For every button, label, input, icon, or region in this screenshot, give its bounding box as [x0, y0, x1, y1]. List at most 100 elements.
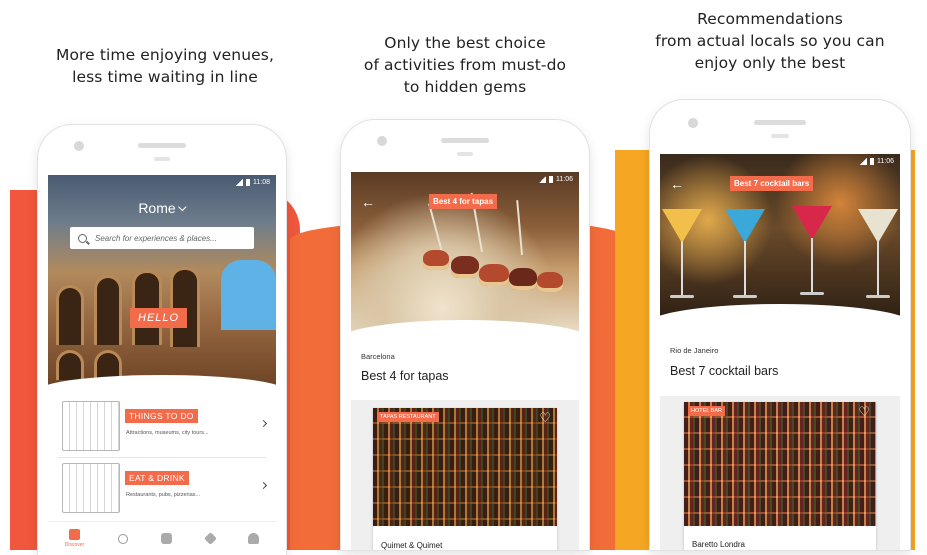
screen-1: 11:08 Rome Search for experiences & plac…: [48, 175, 276, 555]
tab-chat[interactable]: [161, 533, 173, 544]
favorite-heart-icon[interactable]: ♡: [539, 410, 551, 426]
caption-line: More time enjoying venues,: [55, 46, 274, 64]
tapa: [509, 268, 537, 290]
chevron-right-icon: [259, 419, 268, 428]
card-area: HOTEL BAR ♡ Baretto Londra: [660, 396, 900, 550]
caption-line: from actual locals so you can: [655, 32, 885, 50]
front-camera: [74, 141, 84, 151]
speaker-grill: [441, 138, 489, 143]
status-time: 11:08: [253, 178, 270, 186]
venue-name: Quimet & Quimet: [381, 541, 443, 550]
favorite-heart-icon[interactable]: ♡: [858, 404, 870, 420]
arch: [170, 267, 200, 347]
phone-3: 11:06 ← Best 7 cocktail bars Rio de Jane…: [650, 100, 910, 550]
caption-1: More time enjoying venues, less time wai…: [40, 44, 290, 88]
battery-icon: [549, 175, 553, 183]
search-icon: [117, 533, 128, 544]
back-arrow-icon[interactable]: ←: [361, 194, 375, 210]
chevron-down-icon: [178, 202, 187, 211]
category-eat-drink[interactable]: EAT & DRINK Restaurants, pubs, pizzerias…: [48, 459, 276, 517]
category-label: EAT & DRINK: [125, 471, 189, 485]
arch: [94, 275, 122, 345]
arch: [56, 350, 84, 380]
front-camera: [377, 136, 387, 146]
caption-line: less time waiting in line: [72, 68, 258, 86]
speaker-grill: [754, 120, 806, 125]
tapa: [423, 250, 449, 270]
signal-icon: [539, 175, 546, 183]
header-tag: Best 4 for tapas: [429, 194, 498, 209]
status-bar: 11:08: [48, 175, 276, 189]
header-tag: Best 7 cocktail bars: [730, 176, 814, 191]
tapa: [451, 256, 479, 278]
tab-profile[interactable]: [248, 533, 260, 544]
caption-2: Only the best choice of activities from …: [345, 32, 585, 98]
discover-icon: [68, 529, 80, 540]
caption-line: Only the best choice: [384, 34, 546, 52]
phone-2: 11:06 ← Best 4 for tapas Barcelona Best …: [341, 120, 589, 550]
skewer: [428, 203, 443, 253]
status-bar: 11:06: [351, 172, 579, 186]
status-time: 11:06: [556, 175, 573, 183]
list-city: Rio de Janeiro: [670, 346, 719, 355]
category-badge: HOTEL BAR: [688, 406, 725, 416]
category-label: THINGS TO DO: [125, 409, 198, 423]
skewer: [516, 200, 523, 256]
caption-3: Recommendations from actual locals so yo…: [640, 8, 900, 74]
city-name: Rome: [138, 200, 176, 216]
search-placeholder: Search for experiences & places...: [95, 233, 217, 243]
things-to-do-illustration: [62, 401, 120, 451]
category-badge: TAPAS RESTAURANT: [377, 412, 439, 422]
battery-icon: [246, 178, 250, 186]
tab-discover[interactable]: Discover: [65, 529, 84, 548]
battery-icon: [870, 157, 874, 165]
caption-line: of activities from must-do: [363, 56, 567, 74]
signal-icon: [236, 178, 243, 186]
sensor-bar: [154, 157, 170, 161]
chat-icon: [161, 533, 173, 544]
status-bar: 11:06: [660, 154, 900, 168]
tag-icon: [203, 532, 217, 545]
caption-line: Recommendations: [697, 10, 843, 28]
sky: [221, 260, 276, 330]
screen-2: 11:06 ← Best 4 for tapas Barcelona Best …: [351, 172, 579, 550]
category-things-to-do[interactable]: THINGS TO DO Attractions, museums, city …: [48, 397, 276, 455]
eat-drink-illustration: [62, 463, 120, 513]
venue-name: Baretto Londra: [692, 540, 745, 549]
arch: [56, 285, 84, 345]
sensor-bar: [771, 134, 789, 138]
tab-search[interactable]: [117, 533, 128, 544]
screen-3: 11:06 ← Best 7 cocktail bars Rio de Jane…: [660, 154, 900, 550]
speaker-grill: [138, 143, 186, 148]
category-subtitle: Restaurants, pubs, pizzerias...: [126, 492, 200, 498]
chevron-right-icon: [259, 481, 268, 490]
venue-photo: [373, 408, 557, 526]
caption-line: to hidden gems: [403, 78, 527, 96]
tab-label: Discover: [64, 542, 85, 548]
back-arrow-icon[interactable]: ←: [670, 176, 684, 192]
sensor-bar: [457, 152, 473, 156]
profile-icon: [248, 533, 260, 544]
card-area: TAPAS RESTAURANT ♡ Quimet & Quimet: [351, 400, 579, 550]
front-camera: [688, 118, 698, 128]
caption-line: enjoy only the best: [694, 54, 846, 72]
search-input[interactable]: Search for experiences & places...: [70, 227, 254, 249]
tab-tag[interactable]: [203, 532, 217, 545]
signal-icon: [860, 157, 867, 165]
hero-wave: [660, 304, 900, 344]
list-title: Best 4 for tapas: [361, 369, 449, 383]
divider: [58, 457, 266, 458]
venue-photo: [684, 402, 876, 526]
category-subtitle: Attractions, museums, city tours...: [126, 430, 209, 436]
status-time: 11:06: [877, 157, 894, 165]
search-icon: [78, 233, 87, 243]
phone-1: 11:08 Rome Search for experiences & plac…: [38, 125, 286, 555]
city-selector[interactable]: Rome: [138, 200, 187, 216]
list-title: Best 7 cocktail bars: [670, 364, 779, 378]
venue-card[interactable]: TAPAS RESTAURANT ♡ Quimet & Quimet: [373, 408, 557, 550]
tapa: [537, 272, 563, 292]
hello-badge: HELLO: [130, 308, 188, 328]
tapa: [479, 264, 509, 286]
venue-card[interactable]: HOTEL BAR ♡ Baretto Londra: [684, 402, 876, 550]
list-city: Barcelona: [361, 352, 395, 361]
